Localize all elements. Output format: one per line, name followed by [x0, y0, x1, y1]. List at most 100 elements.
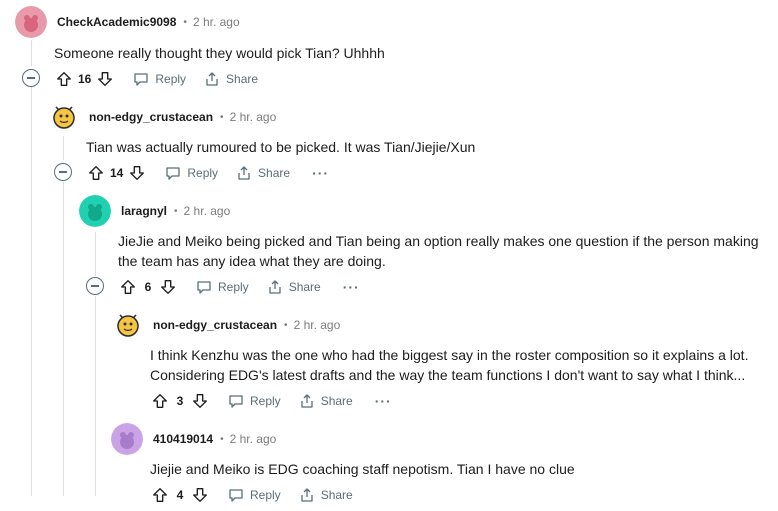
share-label: Share — [320, 488, 353, 502]
share-icon — [206, 72, 218, 86]
thread-line[interactable] — [63, 136, 64, 160]
avatar[interactable] — [47, 101, 79, 133]
reply-button[interactable]: Reply — [133, 71, 186, 87]
user-avatar-icon — [111, 309, 143, 341]
comment-header: 410419014 • 2 hr. ago — [153, 432, 276, 446]
thread-line[interactable] — [31, 40, 32, 66]
timestamp[interactable]: 2 hr. ago — [184, 204, 231, 218]
share-label: Share — [288, 280, 321, 294]
collapse-thread-button[interactable] — [86, 277, 104, 295]
user-avatar-icon — [15, 6, 47, 38]
comment-header: laragnyl • 2 hr. ago — [121, 204, 230, 218]
share-button[interactable]: Share — [299, 487, 353, 503]
user-avatar-icon — [111, 423, 143, 455]
thread-line[interactable] — [31, 86, 32, 496]
timestamp[interactable]: 2 hr. ago — [230, 110, 277, 124]
timestamp[interactable]: 2 hr. ago — [193, 15, 240, 29]
user-avatar-icon — [47, 101, 79, 133]
comment-body: Someone really thought they would pick T… — [54, 43, 385, 63]
share-button[interactable]: Share — [236, 165, 290, 181]
timestamp[interactable]: 2 hr. ago — [230, 432, 277, 446]
share-icon — [301, 394, 313, 408]
comment-body: Tian was actually rumoured to be picked.… — [86, 137, 475, 157]
separator-dot: • — [220, 111, 224, 123]
vote-count: 4 — [176, 488, 184, 502]
more-options-button[interactable]: ··· — [343, 279, 360, 295]
more-options-button[interactable]: ··· — [312, 165, 329, 181]
reply-icon — [229, 395, 243, 408]
author-name[interactable]: non-edgy_crustacean — [89, 110, 213, 124]
reply-label: Reply — [155, 72, 187, 86]
share-button[interactable]: Share — [204, 71, 258, 87]
thread-line[interactable] — [95, 232, 96, 276]
reply-label: Reply — [187, 166, 219, 180]
author-name[interactable]: laragnyl — [121, 204, 167, 218]
avatar[interactable] — [111, 423, 143, 455]
comment-body: I think Kenzhu was the one who had the b… — [150, 345, 748, 385]
downvote-icon[interactable] — [190, 391, 210, 411]
share-button[interactable]: Share — [299, 393, 353, 409]
vote-count: 16 — [78, 72, 92, 86]
comment-text-line: Jiejie and Meiko is EDG coaching staff n… — [150, 461, 575, 477]
comment-text-line: Someone really thought they would pick T… — [54, 45, 385, 61]
share-label: Share — [226, 72, 259, 86]
comment-text-line: JieJie and Meiko being picked and Tian b… — [118, 233, 759, 249]
reply-button[interactable]: Reply — [196, 279, 249, 295]
downvote-icon[interactable] — [95, 69, 115, 89]
comment-text-line: the team has any idea what they are doin… — [118, 253, 386, 269]
comment-actions: 16 Reply Share — [54, 67, 258, 91]
upvote-icon[interactable] — [118, 277, 138, 297]
more-options-button[interactable]: ··· — [375, 393, 392, 409]
reply-icon — [229, 489, 243, 502]
reply-button[interactable]: Reply — [165, 165, 218, 181]
reply-label: Reply — [250, 488, 281, 502]
separator-dot: • — [220, 433, 224, 445]
collapse-thread-button[interactable] — [54, 163, 72, 181]
collapse-thread-button[interactable] — [22, 69, 40, 87]
vote-count: 6 — [144, 280, 152, 294]
separator-dot: • — [183, 16, 187, 28]
comment-header: non-edgy_crustacean • 2 hr. ago — [89, 110, 276, 124]
comment-actions: 3 Reply Share ··· — [150, 389, 392, 413]
comment-body: JieJie and Meiko being picked and Tian b… — [118, 231, 759, 271]
avatar[interactable] — [79, 195, 111, 227]
reply-icon — [134, 73, 149, 86]
thread-line[interactable] — [63, 182, 64, 496]
share-icon — [269, 280, 281, 294]
reply-label: Reply — [250, 394, 281, 408]
reply-icon — [197, 281, 211, 294]
downvote-icon[interactable] — [158, 277, 178, 297]
comment-actions: 14 Reply Share ··· — [86, 161, 329, 185]
upvote-icon[interactable] — [150, 391, 170, 411]
separator-dot: • — [284, 319, 288, 331]
author-name[interactable]: non-edgy_crustacean — [153, 318, 277, 332]
share-button[interactable]: Share — [267, 279, 321, 295]
comment-body: Jiejie and Meiko is EDG coaching staff n… — [150, 459, 575, 479]
reply-button[interactable]: Reply — [228, 487, 281, 503]
reply-button[interactable]: Reply — [228, 393, 281, 409]
comment-text-line: Considering EDG's latest drafts and the … — [150, 367, 746, 383]
upvote-icon[interactable] — [86, 163, 106, 183]
share-label: Share — [320, 394, 353, 408]
timestamp[interactable]: 2 hr. ago — [294, 318, 341, 332]
reply-label: Reply — [218, 280, 249, 294]
author-name[interactable]: CheckAcademic9098 — [57, 15, 176, 29]
downvote-icon[interactable] — [127, 163, 147, 183]
avatar[interactable] — [15, 6, 47, 38]
share-icon — [301, 488, 313, 502]
comment-header: non-edgy_crustacean • 2 hr. ago — [153, 318, 340, 332]
upvote-icon[interactable] — [150, 485, 170, 505]
comment-actions: 4 Reply Share — [150, 483, 353, 507]
vote-count: 14 — [110, 166, 124, 180]
reply-icon — [166, 167, 181, 180]
comment-text-line: I think Kenzhu was the one who had the b… — [150, 347, 749, 363]
thread-line[interactable] — [95, 296, 96, 496]
share-icon — [238, 166, 250, 180]
author-name[interactable]: 410419014 — [153, 432, 213, 446]
comment-header: CheckAcademic9098 • 2 hr. ago — [57, 15, 240, 29]
comment-actions: 6 Reply Share ··· — [118, 275, 360, 299]
avatar[interactable] — [111, 309, 143, 341]
user-avatar-icon — [79, 195, 111, 227]
upvote-icon[interactable] — [54, 69, 74, 89]
downvote-icon[interactable] — [190, 485, 210, 505]
